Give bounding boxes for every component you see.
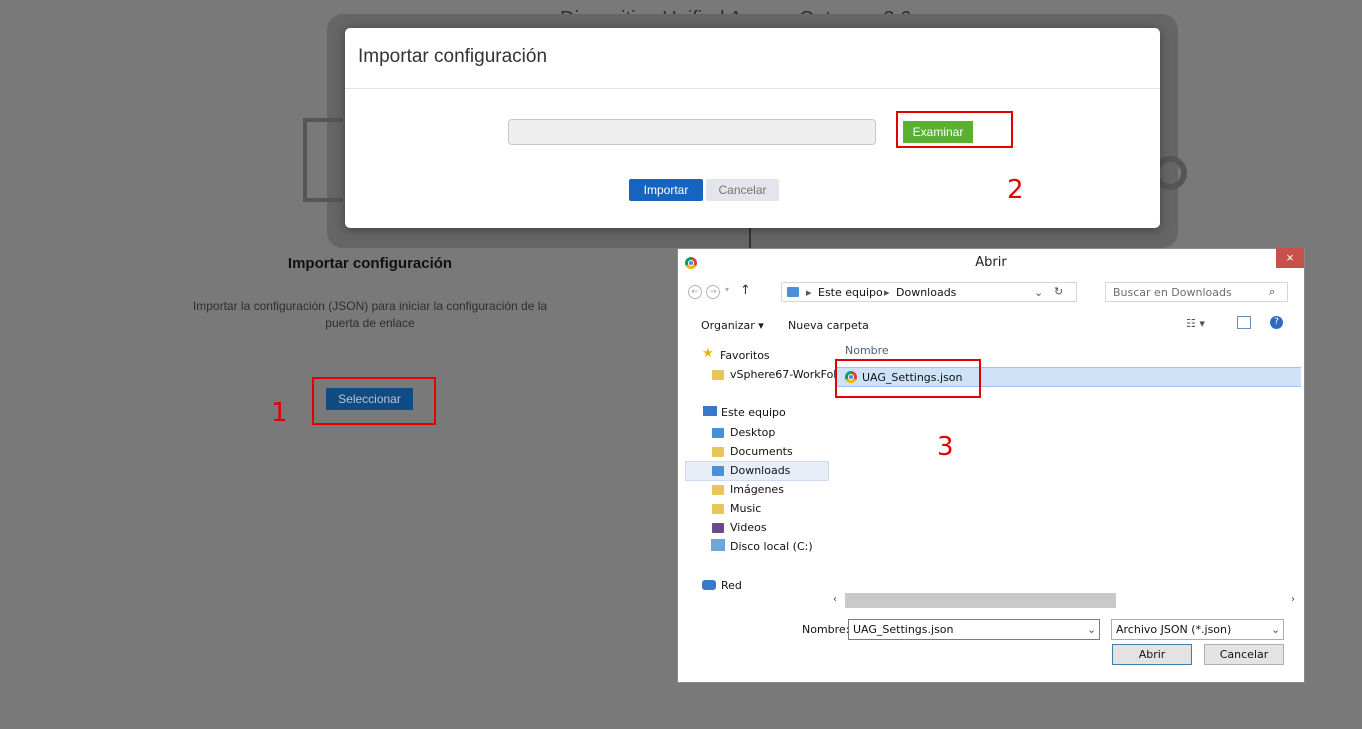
- preview-pane-icon[interactable]: [1237, 316, 1251, 329]
- tree-item-vsphere[interactable]: vSphere67-WorkFolc: [730, 368, 840, 381]
- dialog-titlebar: Abrir: [678, 249, 1304, 277]
- filetype-select[interactable]: Archivo JSON (*.json) ⌄: [1111, 619, 1284, 640]
- refresh-icon[interactable]: ↻: [1054, 285, 1063, 298]
- tree-item-desktop[interactable]: Desktop: [730, 426, 775, 439]
- folder-icon: [712, 504, 724, 514]
- help-icon[interactable]: ?: [1270, 316, 1283, 329]
- import-modal: Importar configuración Examinar Importar…: [345, 28, 1160, 228]
- horizontal-scrollbar-thumb[interactable]: [845, 593, 1116, 608]
- close-icon[interactable]: ×: [1276, 248, 1304, 268]
- gear-icon: [1160, 156, 1187, 190]
- file-path-input[interactable]: [508, 119, 876, 145]
- step-number-2: 2: [1007, 175, 1024, 205]
- scroll-right-icon[interactable]: ›: [1291, 594, 1295, 605]
- tree-item-images[interactable]: Imágenes: [730, 483, 784, 496]
- network-icon: [702, 580, 716, 590]
- breadcrumb-este-equipo[interactable]: Este equipo: [818, 286, 883, 299]
- folder-icon: [712, 485, 724, 495]
- recent-dropdown-icon[interactable]: ▾: [725, 285, 729, 294]
- computer-icon: [703, 406, 717, 416]
- search-icon: ⌕: [1269, 285, 1276, 298]
- forward-icon[interactable]: →: [706, 285, 720, 299]
- filename-input[interactable]: UAG_Settings.json ⌄: [848, 619, 1100, 640]
- dialog-title: Abrir: [975, 255, 1007, 270]
- open-button[interactable]: Abrir: [1112, 644, 1192, 665]
- dialog-cancel-button[interactable]: Cancelar: [1204, 644, 1284, 665]
- tree-item-music[interactable]: Music: [730, 502, 761, 515]
- step-number-1: 1: [271, 398, 288, 428]
- highlight-box-browse: [896, 111, 1013, 148]
- new-folder-button[interactable]: Nueva carpeta: [788, 319, 869, 332]
- step-number-3: 3: [937, 432, 954, 462]
- column-header-name[interactable]: Nombre: [845, 344, 889, 357]
- import-heading: Importar configuración: [287, 255, 453, 272]
- modal-title: Importar configuración: [358, 46, 548, 67]
- folder-icon: [712, 428, 724, 438]
- highlight-box-select: [312, 377, 436, 425]
- chevron-down-icon: ⌄: [1271, 623, 1281, 636]
- modal-divider: [345, 88, 1160, 89]
- filename-label: Nombre:: [802, 623, 850, 636]
- divider: [749, 225, 751, 249]
- import-illustration-icon: [303, 118, 343, 202]
- folder-icon: [712, 523, 724, 533]
- back-icon[interactable]: ←: [688, 285, 702, 299]
- tree-network[interactable]: Red: [721, 579, 742, 592]
- downloads-folder-icon: [787, 287, 799, 297]
- up-icon[interactable]: ↑: [740, 283, 751, 298]
- address-bar[interactable]: ▸ Este equipo ▸ Downloads ⌄ ↻: [781, 282, 1077, 302]
- organize-menu[interactable]: Organizar ▾: [701, 319, 764, 332]
- tree-item-videos[interactable]: Videos: [730, 521, 767, 534]
- folder-icon: [712, 447, 724, 457]
- tree-item-downloads[interactable]: Downloads: [730, 464, 790, 477]
- chevron-down-icon[interactable]: ⌄: [1087, 623, 1096, 636]
- tree-item-local-disk[interactable]: Disco local (C:): [730, 540, 813, 553]
- breadcrumb-downloads[interactable]: Downloads: [896, 286, 956, 299]
- address-dropdown-icon[interactable]: ⌄: [1034, 286, 1043, 299]
- import-description: Importar la configuración (JSON) para in…: [192, 299, 548, 330]
- highlight-box-file: [835, 359, 981, 398]
- cancel-button[interactable]: Cancelar: [706, 179, 779, 201]
- import-button[interactable]: Importar: [629, 179, 703, 201]
- star-icon: ★: [702, 346, 714, 361]
- folder-icon: [712, 370, 724, 380]
- disk-icon: [711, 539, 725, 551]
- folder-icon: [712, 466, 724, 476]
- tree-this-pc[interactable]: Este equipo: [721, 406, 786, 419]
- view-options-icon[interactable]: ☷ ▾: [1186, 317, 1205, 330]
- open-file-dialog: Abrir ← → ▾ ↑ ▸ Este equipo ▸ Downloads …: [677, 248, 1305, 683]
- search-input[interactable]: Buscar en Downloads ⌕: [1105, 282, 1288, 302]
- scroll-left-icon[interactable]: ‹: [833, 594, 837, 605]
- tree-item-documents[interactable]: Documents: [730, 445, 793, 458]
- tree-favorites[interactable]: Favoritos: [720, 349, 770, 362]
